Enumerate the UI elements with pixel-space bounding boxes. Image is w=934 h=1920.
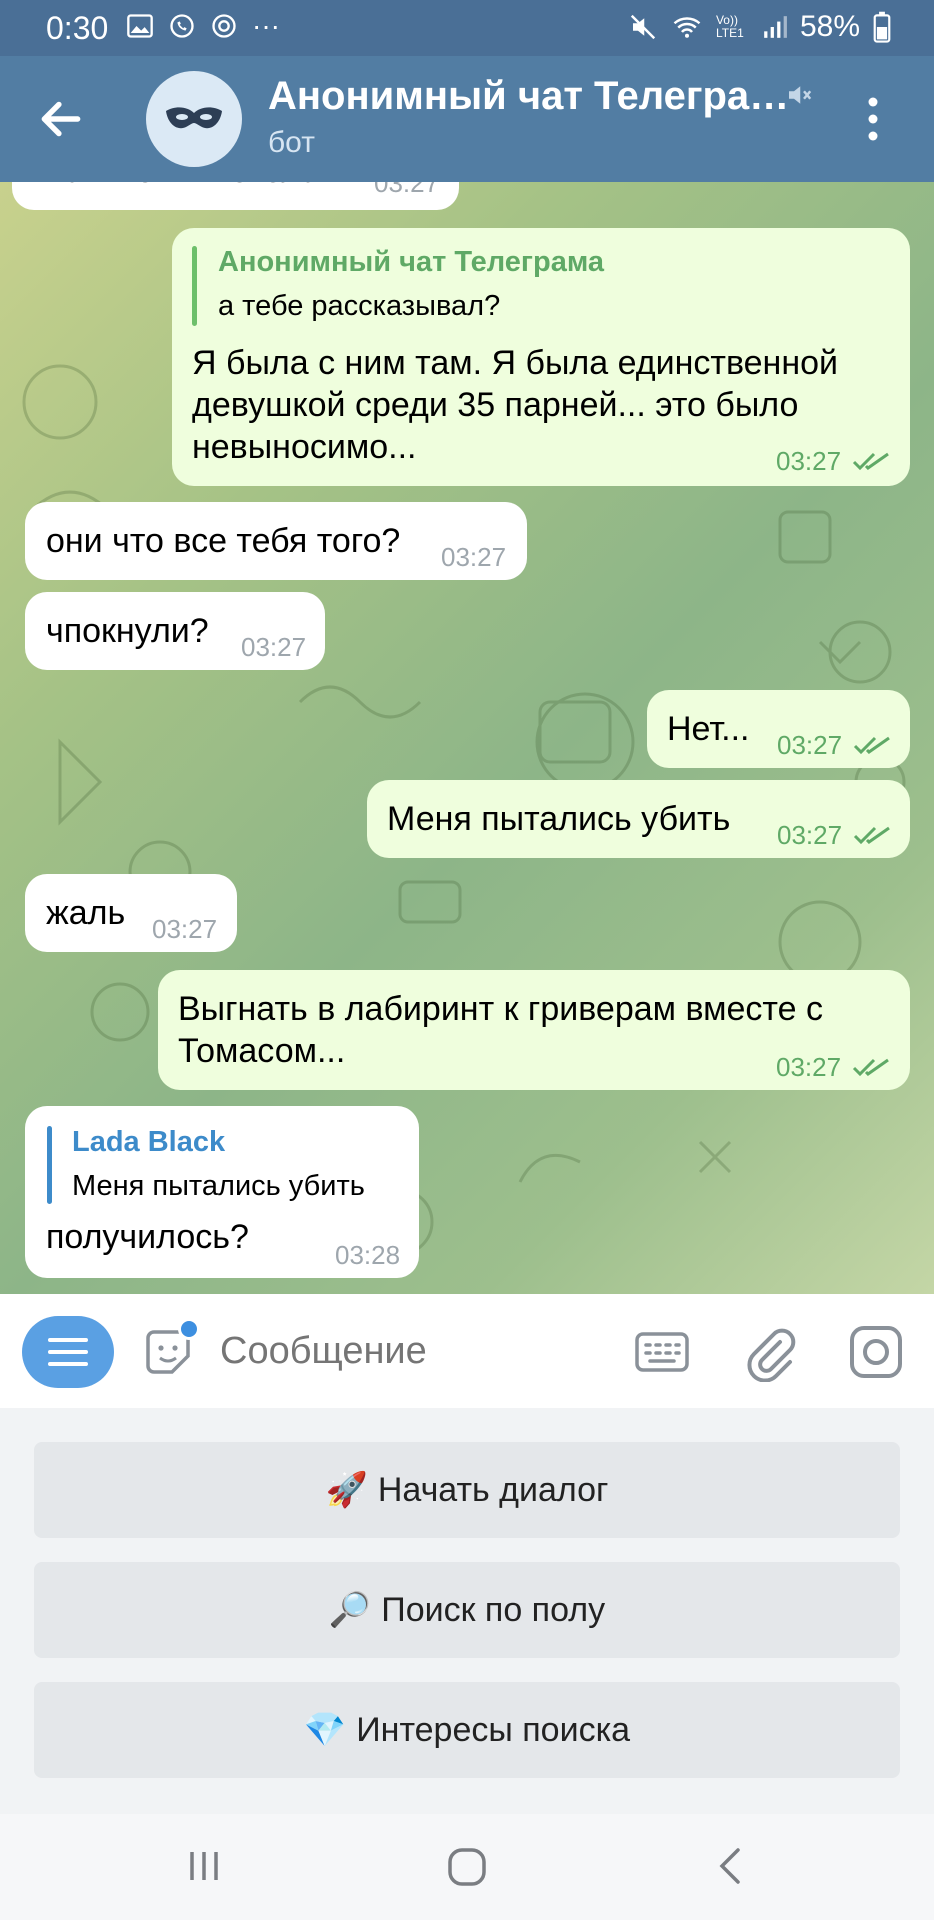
message-time: 03:27 bbox=[241, 632, 307, 662]
battery-percent: 58% bbox=[799, 10, 860, 43]
message-text: чпокнули? bbox=[46, 612, 209, 650]
system-icons: Vo)) LTE1 58% bbox=[628, 10, 892, 44]
outgoing-message[interactable]: Меня пытались убить 03:27 bbox=[367, 780, 910, 858]
outgoing-message[interactable]: Выгнать в лабиринт к гриверам вместе с Т… bbox=[158, 970, 910, 1090]
lte-indicator: Vo)) LTE1 bbox=[715, 13, 744, 40]
gem-icon: 💎 bbox=[303, 1711, 347, 1749]
message-text: они что все тебя того? bbox=[46, 522, 401, 560]
message-text: Нет... bbox=[667, 710, 750, 748]
home-icon[interactable] bbox=[446, 1846, 488, 1888]
message-time: 03:27 bbox=[776, 1052, 842, 1082]
back-arrow-icon[interactable] bbox=[36, 94, 86, 144]
camera-icon[interactable] bbox=[848, 1324, 904, 1380]
message-time: 03:27 bbox=[777, 820, 843, 850]
start-dialog-button[interactable]: 🚀 Начать диалог bbox=[34, 1442, 900, 1538]
double-check-icon bbox=[853, 826, 890, 845]
sync-icon bbox=[212, 14, 236, 38]
message-text-line: Выгнать в лабиринт к гриверам вместе с bbox=[178, 990, 823, 1028]
notification-icons: ··· bbox=[126, 12, 280, 40]
outgoing-message[interactable]: Анонимный чат Телеграма а тебе рассказыв… bbox=[172, 228, 910, 486]
message-text: Меня пытались убить bbox=[387, 800, 731, 838]
vertical-dots-icon[interactable] bbox=[866, 96, 880, 142]
message-input-bar bbox=[0, 1294, 934, 1408]
chat-messages-area[interactable]: Так шо ты хотела? 03:27 Анонимный чат Те… bbox=[0, 182, 934, 1294]
reply-quote-bar bbox=[47, 1126, 52, 1204]
message-time: 03:27 bbox=[374, 182, 440, 198]
paperclip-icon[interactable] bbox=[744, 1322, 796, 1382]
message-text: получилось? bbox=[46, 1218, 249, 1256]
chat-subtitle: бот bbox=[268, 126, 315, 159]
message-time: 03:27 bbox=[777, 730, 843, 760]
message-time: 03:27 bbox=[776, 446, 842, 476]
signal-icon bbox=[764, 16, 787, 38]
gallery-icon bbox=[127, 14, 153, 38]
status-time: 0:30 bbox=[46, 10, 109, 46]
reply-quote-author: Lada Black bbox=[72, 1126, 226, 1158]
mask-icon bbox=[166, 107, 222, 129]
chat-title[interactable]: Анонимный чат Телегра… bbox=[268, 74, 789, 119]
message-text-line: Томасом... bbox=[178, 1032, 346, 1070]
message-time: 03:27 bbox=[441, 542, 507, 572]
message-text-line: Я была с ним там. Я была единственной bbox=[192, 344, 838, 382]
incoming-message[interactable]: чпокнули? 03:27 bbox=[25, 592, 325, 670]
chat-header: Анонимный чат Телегра… бот bbox=[0, 56, 934, 182]
wifi-icon bbox=[673, 17, 701, 38]
battery-icon bbox=[873, 11, 891, 43]
search-interests-button[interactable]: 💎 Интересы поиска bbox=[34, 1682, 900, 1778]
keyboard-icon[interactable] bbox=[634, 1328, 690, 1376]
message-time: 03:27 bbox=[152, 914, 218, 944]
message-text: жаль bbox=[46, 894, 126, 932]
message-text-line: девушкой среди 35 парней... это было bbox=[192, 386, 799, 424]
nav-back-icon[interactable] bbox=[712, 1846, 752, 1886]
vibrate-muted-icon bbox=[630, 14, 656, 40]
button-label: Интересы поиска bbox=[356, 1710, 631, 1749]
button-label: Поиск по полу bbox=[381, 1590, 606, 1629]
incoming-message[interactable]: жаль 03:27 bbox=[25, 874, 237, 952]
incoming-message[interactable]: Lada Black Меня пытались убить получилос… bbox=[25, 1106, 419, 1278]
magnifier-icon: 🔎 bbox=[328, 1591, 372, 1629]
reply-quote-text: Меня пытались убить bbox=[72, 1170, 365, 1202]
reply-quote-author: Анонимный чат Телеграма bbox=[218, 246, 605, 278]
message-input[interactable] bbox=[220, 1330, 600, 1373]
reply-quote-bar bbox=[192, 246, 197, 326]
recent-apps-icon[interactable] bbox=[184, 1846, 224, 1886]
bot-avatar[interactable] bbox=[146, 71, 242, 167]
double-check-icon bbox=[852, 1058, 889, 1077]
bot-menu-button[interactable] bbox=[22, 1316, 114, 1388]
more-notifications-icon: ··· bbox=[252, 10, 280, 41]
hamburger-icon bbox=[48, 1338, 88, 1366]
double-check-icon bbox=[853, 736, 890, 755]
incoming-message[interactable]: они что все тебя того? 03:27 bbox=[25, 502, 527, 580]
whatsapp-icon bbox=[170, 14, 194, 38]
system-navigation-bar bbox=[0, 1814, 934, 1920]
message-text-line: невыносимо... bbox=[192, 428, 417, 466]
rocket-icon: 🚀 bbox=[325, 1471, 368, 1509]
reply-quote-text: а тебе рассказывал? bbox=[218, 290, 501, 322]
outgoing-message[interactable]: Нет... 03:27 bbox=[647, 690, 910, 768]
incoming-message[interactable]: Так шо ты хотела? 03:27 bbox=[12, 182, 459, 210]
new-sticker-badge bbox=[178, 1318, 200, 1340]
double-check-icon bbox=[852, 452, 889, 471]
bot-keyboard: 🚀 Начать диалог 🔎 Поиск по полу 💎 Интере… bbox=[0, 1408, 934, 1814]
search-by-gender-button[interactable]: 🔎 Поиск по полу bbox=[34, 1562, 900, 1658]
muted-speaker-icon bbox=[789, 86, 812, 104]
message-time: 03:28 bbox=[335, 1240, 401, 1270]
message-text: Так шо ты хотела? bbox=[46, 182, 339, 191]
status-bar: 0:30 ··· Vo)) LTE1 58% bbox=[0, 0, 934, 56]
button-label: Начать диалог bbox=[377, 1470, 609, 1509]
